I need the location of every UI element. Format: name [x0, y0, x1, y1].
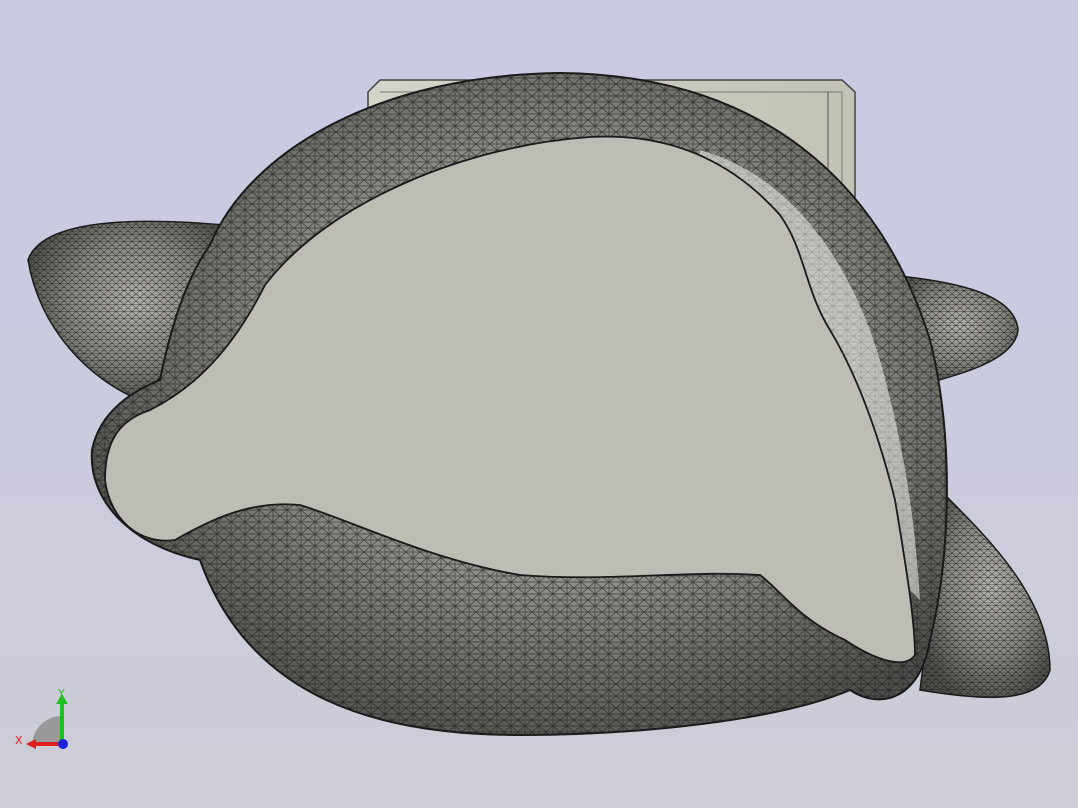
triad-quadrant	[32, 716, 62, 746]
x-axis-label: X	[15, 734, 23, 747]
mesh-model-scene[interactable]	[0, 0, 1078, 808]
3d-viewport[interactable]: X Y	[0, 0, 1078, 808]
y-axis-label: Y	[57, 687, 65, 700]
axis-triad: X Y	[14, 686, 78, 750]
z-axis-dot	[58, 739, 68, 749]
x-axis-arrowhead	[26, 739, 36, 749]
